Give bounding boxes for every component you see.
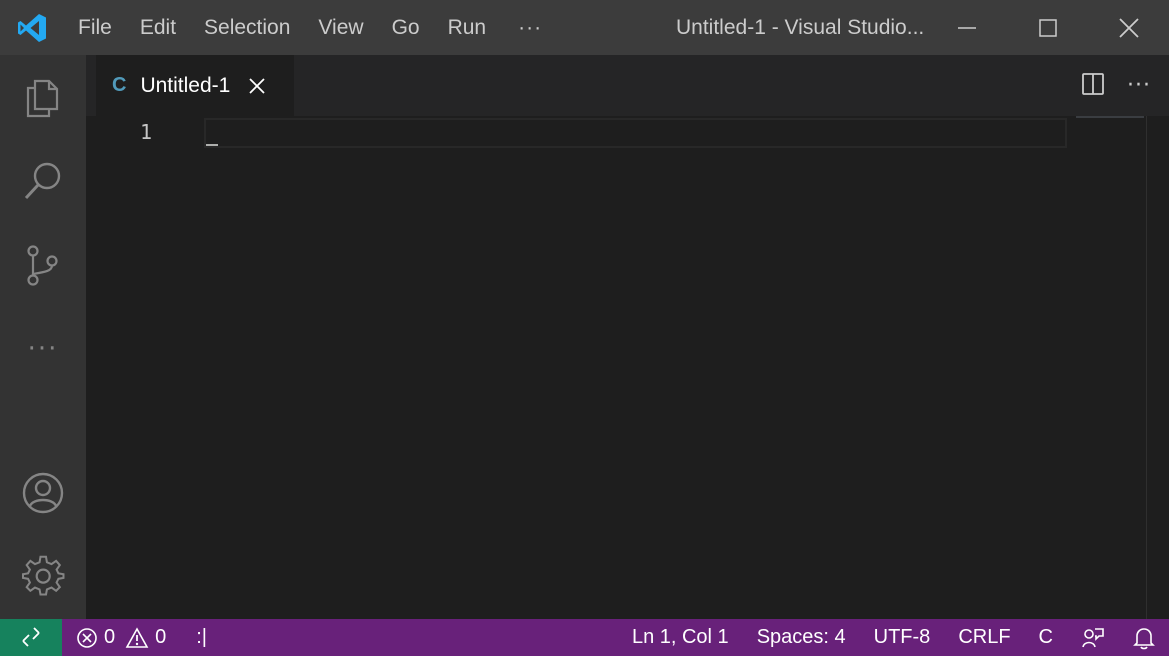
menu-view[interactable]: View (304, 0, 377, 55)
menu-more[interactable]: ··· (500, 0, 560, 55)
tab-label: Untitled-1 (140, 73, 231, 97)
remote-icon (22, 626, 40, 647)
text-cursor (206, 144, 218, 146)
vscode-logo-icon (0, 0, 64, 55)
remote-indicator-button[interactable] (0, 619, 62, 656)
manage-button[interactable] (0, 535, 86, 619)
files-icon (26, 79, 59, 118)
window-title: Untitled-1 - Visual Studio... (676, 16, 925, 39)
split-editor-icon (1082, 72, 1104, 95)
eol-status[interactable]: CRLF (944, 626, 1024, 649)
close-icon (1118, 17, 1139, 38)
menu-run[interactable]: Run (434, 0, 501, 55)
language-mode[interactable]: C (1025, 626, 1067, 649)
menu-file[interactable]: File (64, 0, 126, 55)
line-number: 1 (140, 120, 153, 144)
tab-close-button[interactable] (248, 77, 266, 95)
tab-untitled-1[interactable]: C Untitled-1 (96, 55, 294, 116)
maximize-button[interactable] (1007, 0, 1088, 55)
vertical-scrollbar[interactable] (1146, 116, 1147, 619)
activity-bar: ··· (0, 55, 86, 619)
gear-icon (21, 555, 65, 596)
feedback-icon (1082, 627, 1104, 647)
bell-icon (1133, 627, 1155, 649)
warning-count: 0 (155, 626, 167, 648)
title-bar: File Edit Selection View Go Run ··· Unti… (0, 0, 1169, 55)
explorer-button[interactable] (0, 55, 86, 139)
more-views-button[interactable]: ··· (0, 307, 86, 391)
minimize-icon (957, 26, 976, 29)
close-window-button[interactable] (1088, 0, 1169, 55)
status-bar: 0 0 :| Ln 1, Col 1 Spaces: 4 UTF-8 CRLF … (0, 619, 1169, 656)
maximize-icon (1038, 18, 1057, 37)
window-controls (926, 0, 1169, 55)
account-icon (22, 472, 64, 514)
minimap-slider[interactable] (1076, 116, 1144, 118)
split-editor-button[interactable] (1081, 72, 1105, 100)
vim-mode-indicator: :| (196, 626, 208, 648)
problems-status[interactable]: 0 0 (76, 626, 166, 649)
menu-bar: File Edit Selection View Go Run ··· (64, 0, 560, 55)
error-icon (77, 627, 97, 648)
indentation-status[interactable]: Spaces: 4 (743, 626, 860, 649)
feedback-button[interactable] (1067, 626, 1119, 650)
editor-actions: ··· (1081, 55, 1151, 116)
menu-edit[interactable]: Edit (126, 0, 190, 55)
cursor-position[interactable]: Ln 1, Col 1 (618, 626, 743, 649)
c-file-icon: C (112, 74, 127, 96)
close-icon (249, 77, 265, 94)
source-control-button[interactable] (0, 223, 86, 307)
source-control-icon (27, 245, 58, 286)
search-button[interactable] (0, 139, 86, 223)
more-icon: ··· (27, 334, 59, 364)
encoding-status[interactable]: UTF-8 (860, 626, 945, 649)
editor-tabs: C Untitled-1 ··· (86, 55, 1169, 116)
minimize-button[interactable] (926, 0, 1007, 55)
accounts-button[interactable] (0, 451, 86, 535)
editor-area[interactable]: 1 (86, 116, 1169, 619)
search-icon (24, 162, 61, 200)
menu-go[interactable]: Go (378, 0, 434, 55)
menu-selection[interactable]: Selection (190, 0, 304, 55)
current-line-highlight (204, 118, 1067, 148)
notifications-button[interactable] (1119, 626, 1169, 650)
error-count: 0 (104, 626, 116, 648)
editor-more-actions-button[interactable]: ··· (1127, 73, 1151, 98)
warning-icon (125, 626, 149, 648)
